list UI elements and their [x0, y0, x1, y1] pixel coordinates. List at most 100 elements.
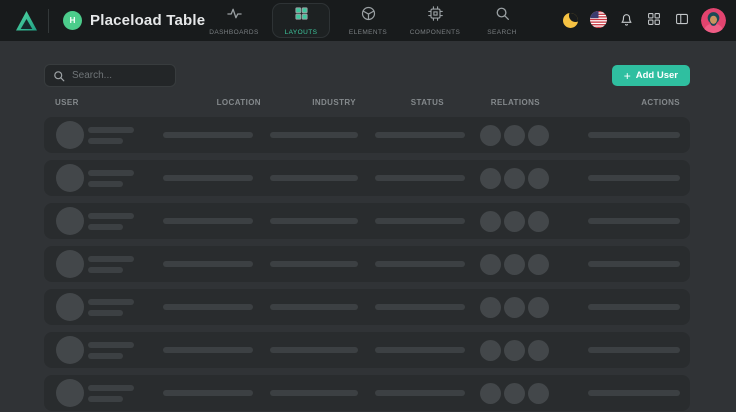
status-placeholder	[375, 175, 465, 181]
actions-placeholder	[588, 218, 680, 224]
language-selector[interactable]	[589, 12, 607, 30]
add-user-button[interactable]: + Add User	[612, 65, 690, 86]
actions-placeholder	[588, 261, 680, 267]
user-name-placeholder	[88, 170, 134, 176]
grid-icon	[294, 6, 309, 26]
location-placeholder	[163, 390, 253, 396]
apps-button[interactable]	[645, 12, 663, 30]
relation-circle-placeholder	[528, 297, 549, 318]
search-icon	[495, 6, 510, 26]
nav-item-label: ELEMENTS	[349, 29, 387, 36]
column-header-actions: ACTIONS	[641, 98, 680, 107]
nav-item-search[interactable]: SEARCH	[473, 3, 531, 38]
relations-placeholder	[480, 254, 549, 275]
box-icon	[361, 6, 376, 26]
top-navbar: H Placeload Table DASHBOARDS LAYOUTS	[0, 0, 736, 41]
nav-item-layouts[interactable]: LAYOUTS	[272, 3, 330, 38]
relations-placeholder	[480, 340, 549, 361]
industry-placeholder	[270, 390, 358, 396]
nav-item-label: LAYOUTS	[285, 29, 318, 36]
location-placeholder	[163, 132, 253, 138]
user-subtitle-placeholder	[88, 310, 123, 316]
column-header-industry: INDUSTRY	[270, 98, 356, 107]
badge-letter: H	[70, 16, 76, 25]
location-placeholder	[163, 175, 253, 181]
relations-placeholder	[480, 211, 549, 232]
user-subtitle-placeholder	[88, 181, 123, 187]
actions-placeholder	[588, 390, 680, 396]
bell-icon	[619, 12, 634, 30]
table-row	[44, 289, 690, 325]
industry-placeholder	[270, 132, 358, 138]
toolbar: + Add User	[44, 64, 690, 87]
status-placeholder	[375, 390, 465, 396]
table-row	[44, 160, 690, 196]
avatar-placeholder	[56, 293, 84, 321]
relations-placeholder	[480, 125, 549, 146]
nav-item-dashboards[interactable]: DASHBOARDS	[205, 3, 263, 38]
column-header-user: USER	[55, 98, 79, 107]
relation-circle-placeholder	[504, 125, 525, 146]
cpu-icon	[428, 6, 443, 26]
avatar-placeholder	[56, 250, 84, 278]
sidebar-toggle[interactable]	[673, 12, 691, 30]
status-placeholder	[375, 347, 465, 353]
relation-circle-placeholder	[504, 254, 525, 275]
relation-circle-placeholder	[480, 297, 501, 318]
industry-placeholder	[270, 175, 358, 181]
location-placeholder	[163, 261, 253, 267]
status-placeholder	[375, 304, 465, 310]
user-subtitle-placeholder	[88, 353, 123, 359]
actions-placeholder	[588, 347, 680, 353]
table-row	[44, 332, 690, 368]
sidebar-panel-icon	[675, 12, 689, 29]
relation-circle-placeholder	[480, 383, 501, 404]
apps-grid-icon	[647, 12, 661, 29]
actions-placeholder	[588, 132, 680, 138]
relation-circle-placeholder	[528, 383, 549, 404]
navbar-right	[561, 8, 726, 33]
dark-mode-toggle[interactable]	[561, 12, 579, 30]
user-subtitle-placeholder	[88, 267, 123, 273]
relation-circle-placeholder	[528, 340, 549, 361]
user-subtitle-placeholder	[88, 224, 123, 230]
relations-placeholder	[480, 383, 549, 404]
user-avatar[interactable]	[701, 8, 726, 33]
column-header-status: STATUS	[375, 98, 444, 107]
table-header: USER LOCATION INDUSTRY STATUS RELATIONS …	[44, 96, 690, 110]
nav-item-label: COMPONENTS	[410, 29, 461, 36]
nav-item-elements[interactable]: ELEMENTS	[339, 3, 397, 38]
relations-placeholder	[480, 168, 549, 189]
location-placeholder	[163, 347, 253, 353]
notifications-button[interactable]	[617, 12, 635, 30]
relation-circle-placeholder	[528, 125, 549, 146]
app-logo[interactable]	[14, 8, 39, 33]
navbar-divider	[48, 9, 49, 33]
relation-circle-placeholder	[480, 254, 501, 275]
table-row	[44, 375, 690, 411]
user-name-placeholder	[88, 213, 134, 219]
relations-placeholder	[480, 297, 549, 318]
relation-circle-placeholder	[504, 211, 525, 232]
relation-circle-placeholder	[528, 211, 549, 232]
nav-item-label: DASHBOARDS	[209, 29, 259, 36]
column-header-relations: RELATIONS	[480, 98, 540, 107]
relation-circle-placeholder	[480, 340, 501, 361]
relation-circle-placeholder	[504, 297, 525, 318]
actions-placeholder	[588, 304, 680, 310]
user-subtitle-placeholder	[88, 396, 123, 402]
relation-circle-placeholder	[480, 125, 501, 146]
add-user-label: Add User	[636, 70, 678, 81]
status-placeholder	[375, 261, 465, 267]
table-row	[44, 203, 690, 239]
relation-circle-placeholder	[504, 340, 525, 361]
search-box	[44, 64, 176, 87]
page-icon-badge: H	[63, 11, 82, 30]
table-body	[44, 117, 690, 411]
relation-circle-placeholder	[480, 168, 501, 189]
relation-circle-placeholder	[504, 168, 525, 189]
industry-placeholder	[270, 347, 358, 353]
column-header-location: LOCATION	[163, 98, 261, 107]
nav-item-components[interactable]: COMPONENTS	[406, 3, 464, 38]
industry-placeholder	[270, 218, 358, 224]
